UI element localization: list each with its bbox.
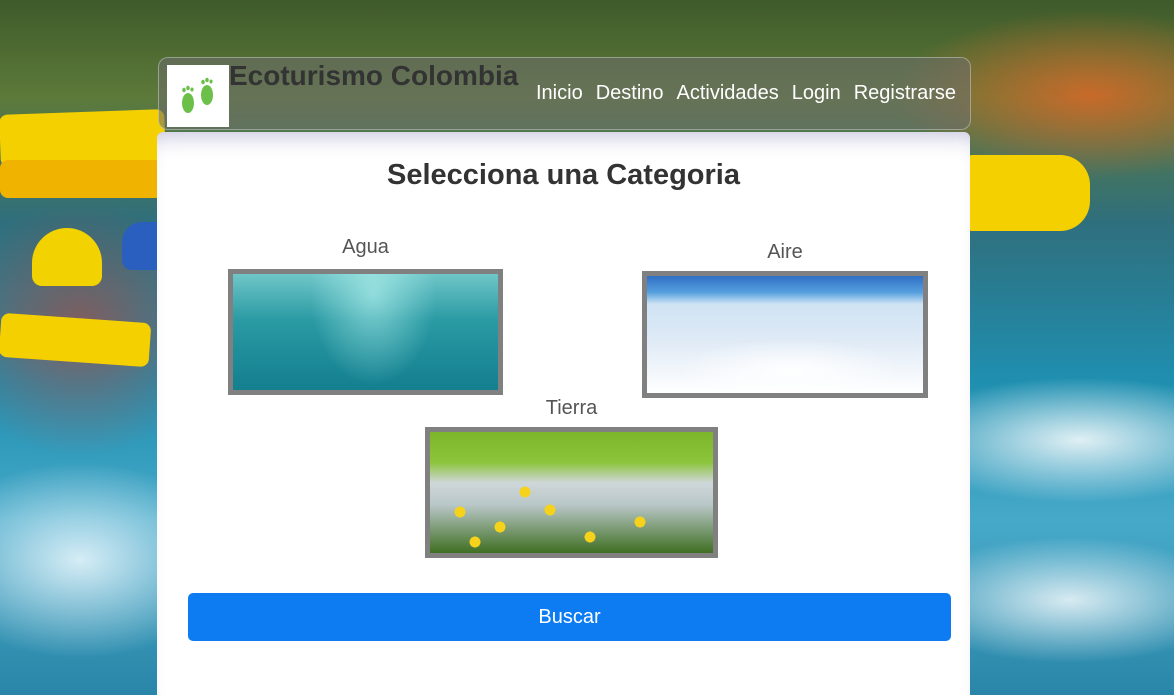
category-label: Tierra: [545, 397, 598, 419]
category-label: Aire: [767, 241, 803, 263]
tulip-field-image[interactable]: [425, 427, 718, 558]
background-helmet: [32, 228, 102, 286]
underwater-image[interactable]: [228, 269, 503, 395]
brand-title: Ecoturismo Colombia: [229, 60, 519, 91]
nav-inicio[interactable]: Inicio: [536, 82, 583, 105]
search-button[interactable]: Buscar: [188, 593, 951, 641]
nav-login[interactable]: Login: [792, 82, 841, 105]
nav-actividades[interactable]: Actividades: [677, 82, 779, 105]
background-helmet: [122, 222, 162, 270]
clouds-image[interactable]: [642, 271, 928, 398]
category-tierra[interactable]: Tierra: [425, 397, 718, 558]
nav-destino[interactable]: Destino: [596, 82, 664, 105]
category-label: Agua: [342, 236, 389, 258]
category-agua[interactable]: Agua: [228, 236, 503, 395]
background-paddle: [0, 312, 152, 368]
nav-registrarse[interactable]: Registrarse: [854, 82, 956, 105]
footprints-icon: [182, 77, 213, 113]
nav-menu: Inicio Destino Actividades Login Registr…: [536, 82, 956, 105]
logo[interactable]: [167, 65, 229, 127]
background-paddle: [0, 160, 165, 198]
background-paddle: [962, 155, 1090, 231]
navbar: Ecoturismo Colombia Inicio Destino Activ…: [158, 57, 971, 130]
category-aire[interactable]: Aire: [642, 241, 928, 398]
background-paddle: [0, 109, 166, 167]
category-panel: Selecciona una Categoria Agua Aire Tierr…: [157, 132, 970, 695]
page-title: Selecciona una Categoria: [387, 159, 740, 191]
